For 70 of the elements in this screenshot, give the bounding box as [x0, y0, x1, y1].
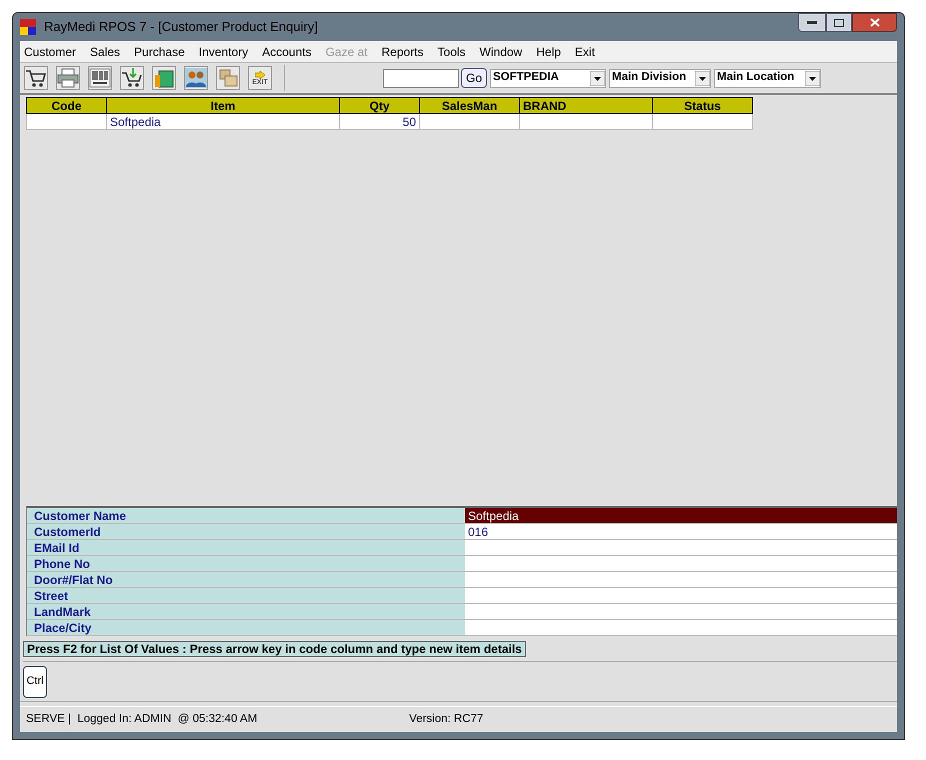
- boxes-icon: [217, 68, 239, 88]
- toolbar-button[interactable]: [88, 66, 112, 90]
- table-cell: Softpedia: [106, 114, 340, 130]
- maximize-icon: [834, 18, 844, 26]
- column-header: Qty: [340, 98, 420, 114]
- dropdown[interactable]: Main Division: [609, 68, 712, 88]
- menu-item[interactable]: Purchase: [134, 42, 185, 60]
- window-title: RayMedi RPOS 7 - [Customer Product Enquiry]: [44, 18, 318, 36]
- cart-icon: [25, 68, 47, 88]
- column-header: BRAND: [520, 98, 652, 114]
- users-icon: [185, 68, 207, 88]
- minimize-button[interactable]: [798, 13, 826, 32]
- table-cell: 50: [340, 114, 420, 130]
- ctrl-button[interactable]: Ctrl: [23, 666, 47, 698]
- field-label: EMail Id: [27, 540, 465, 555]
- toolbar-button[interactable]: [24, 66, 48, 90]
- barcode-icon: [89, 68, 111, 88]
- field-label: CustomerId: [27, 524, 465, 539]
- column-header: Item: [106, 98, 340, 114]
- menu-item[interactable]: Reports: [382, 42, 424, 60]
- field-value[interactable]: [465, 556, 897, 571]
- menu-item[interactable]: Inventory: [198, 42, 248, 60]
- menu-item[interactable]: Exit: [574, 42, 595, 60]
- minimize-icon: [807, 21, 817, 24]
- status-text: SERVE | Logged In: ADMIN @ 05:32:40 AM: [26, 712, 258, 727]
- column-header: SalesMan: [420, 98, 520, 114]
- version-text: Version: RC77: [409, 712, 484, 727]
- field-value[interactable]: [465, 620, 897, 635]
- close-button[interactable]: [852, 13, 897, 32]
- field-label: Street: [27, 588, 465, 603]
- hint-text: Press F2 for List Of Values : Press arrow key in code column and type new item details: [23, 640, 526, 656]
- toolbar-button[interactable]: [152, 66, 176, 90]
- dropdown[interactable]: Main Location: [714, 68, 822, 88]
- search-field[interactable]: [383, 68, 459, 88]
- menu-item[interactable]: Sales: [90, 42, 120, 60]
- field-label: Phone No: [27, 556, 465, 571]
- cart-arrow-icon: [121, 68, 143, 88]
- field-value[interactable]: [465, 604, 897, 619]
- dropdown-value: Main Location: [717, 70, 794, 86]
- caret-icon: [805, 70, 820, 86]
- maximize-button[interactable]: [826, 13, 852, 32]
- field-label: Door#/Flat No: [27, 572, 465, 587]
- column-header: Code: [26, 98, 106, 114]
- field-label: Place/City: [27, 620, 465, 635]
- field-value[interactable]: [465, 572, 897, 587]
- close-icon: [870, 18, 880, 27]
- field-value[interactable]: Softpedia: [465, 508, 897, 523]
- field-value[interactable]: [465, 540, 897, 555]
- printer-icon: [57, 68, 79, 88]
- dropdown-value: Main Division: [612, 70, 686, 86]
- menu-item[interactable]: Window: [480, 42, 522, 60]
- menu-item[interactable]: Customer: [24, 42, 76, 60]
- field-value[interactable]: 016: [465, 524, 897, 539]
- caret-icon: [695, 70, 710, 86]
- go-button[interactable]: Go: [461, 68, 488, 88]
- toolbar-button[interactable]: [120, 66, 144, 90]
- box-icon: [153, 68, 175, 88]
- dropdown-value: SOFTPEDIA: [493, 70, 559, 86]
- menu-item[interactable]: Tools: [438, 42, 466, 60]
- column-header: Status: [652, 98, 752, 114]
- app-logo-icon: [20, 19, 36, 35]
- caret-icon: [590, 70, 606, 86]
- menu-item[interactable]: Accounts: [262, 42, 312, 60]
- field-label: Customer Name: [27, 508, 465, 523]
- field-value[interactable]: [465, 588, 897, 603]
- dropdown[interactable]: SOFTPEDIA: [490, 68, 606, 88]
- field-label: LandMark: [27, 604, 465, 619]
- arrow-icon: [255, 70, 265, 78]
- toolbar-button[interactable]: [56, 66, 80, 90]
- menu-item[interactable]: Help: [536, 42, 561, 60]
